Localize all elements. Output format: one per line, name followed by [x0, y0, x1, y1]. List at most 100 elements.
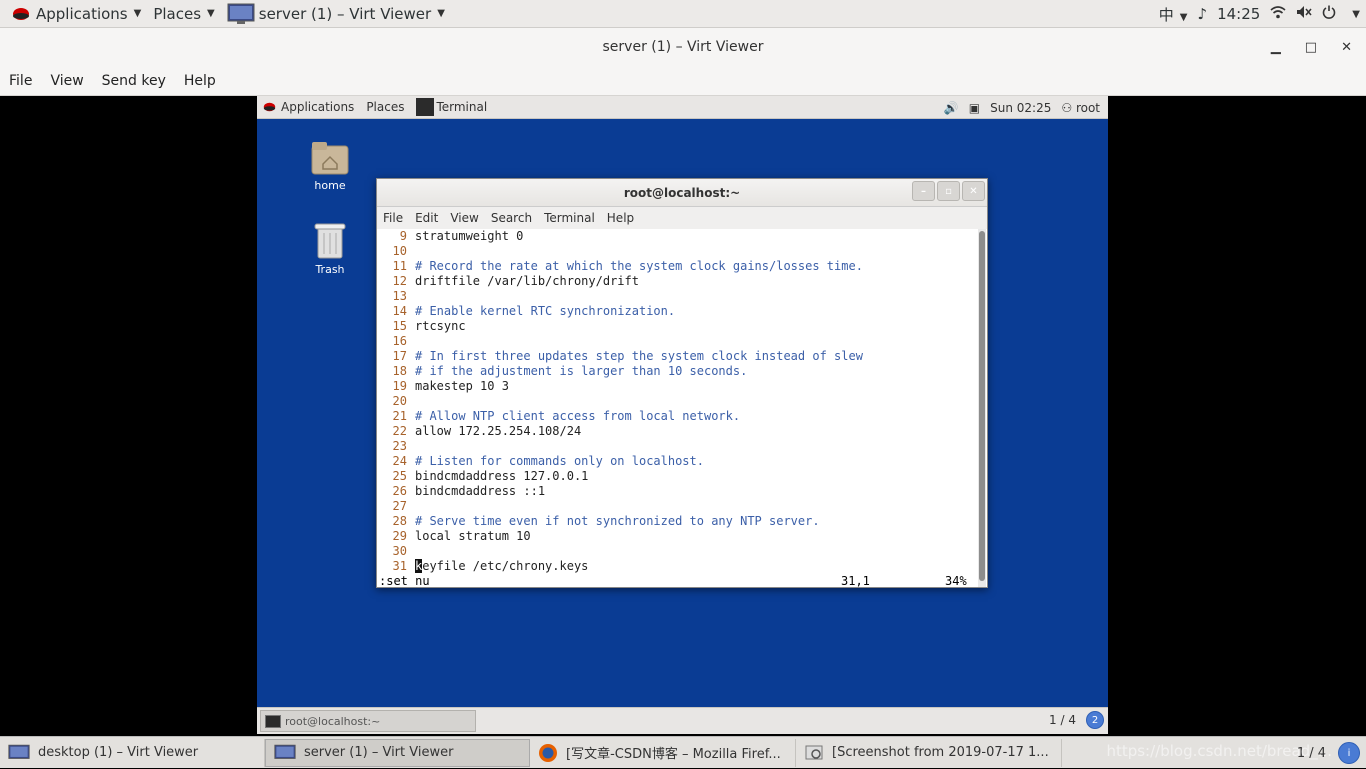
line-number: 9 — [399, 229, 407, 243]
taskbar-item-desktop-viewer[interactable]: desktop (1) – Virt Viewer — [0, 738, 265, 767]
terminal-icon — [265, 714, 281, 728]
chevron-down-icon[interactable]: ▼ — [1352, 9, 1360, 20]
guest-workspace-switcher[interactable]: 1 / 4 2 — [1049, 711, 1104, 729]
terminal-line: 23 — [386, 439, 977, 454]
terminal-line: 22 allow 172.25.254.108/24 — [386, 424, 977, 439]
terminal-line: 11 # Record the rate at which the system … — [386, 259, 977, 274]
volume-icon[interactable] — [1296, 5, 1312, 23]
redhat-logo-icon — [263, 102, 276, 112]
guest-clock[interactable]: Sun 02:25 — [990, 101, 1051, 115]
taskbar-item-server-viewer[interactable]: server (1) – Virt Viewer — [265, 738, 530, 767]
line-number: 21 — [392, 409, 407, 423]
line-number: 14 — [392, 304, 407, 318]
guest-taskbar-item-label: root@localhost:~ — [285, 714, 381, 728]
taskbar-item-label: desktop (1) – Virt Viewer — [38, 745, 199, 760]
places-menu[interactable]: Places ▼ — [147, 0, 220, 28]
guest-taskbar-item-terminal[interactable]: root@localhost:~ — [260, 710, 476, 732]
terminal-minimize-button[interactable]: – — [912, 181, 935, 201]
menu-file[interactable]: File — [0, 73, 41, 89]
terminal-menu-terminal[interactable]: Terminal — [538, 211, 601, 225]
guest-applications-label: Applications — [281, 100, 355, 114]
desktop-icon-home[interactable]: home — [295, 138, 365, 192]
menu-send-key[interactable]: Send key — [93, 73, 175, 89]
terminal-menu-help[interactable]: Help — [601, 211, 640, 225]
accessibility-icon[interactable]: ♪ — [1197, 5, 1207, 23]
desktop-icon-trash[interactable]: Trash — [295, 220, 365, 276]
comment-text: # Record the rate at which the system cl… — [415, 259, 863, 273]
terminal-menu-file[interactable]: File — [377, 211, 409, 225]
taskbar-item-firefox[interactable]: [写文章-CSDN博客 – Mozilla Firef... — [530, 738, 796, 767]
taskbar-item-label: [Screenshot from 2019-07-17 1... — [832, 745, 1049, 760]
taskbar-item-screenshot[interactable]: [Screenshot from 2019-07-17 1... — [796, 738, 1062, 767]
menu-view[interactable]: View — [41, 73, 92, 89]
power-icon[interactable] — [1322, 5, 1336, 23]
cursor-position: 31,1 — [841, 574, 870, 588]
menu-help[interactable]: Help — [175, 73, 225, 89]
terminal-maximize-button[interactable]: ▫ — [937, 181, 960, 201]
applications-menu[interactable]: Applications ▼ — [0, 0, 147, 28]
chevron-down-icon: ▼ — [1179, 11, 1188, 23]
config-text: allow 172.25.254.108/24 — [415, 424, 582, 438]
terminal-scrollbar[interactable] — [978, 229, 986, 587]
window-menu[interactable]: server (1) – Virt Viewer ▼ — [221, 0, 451, 28]
terminal-line: 20 — [386, 394, 977, 409]
volume-icon[interactable]: 🔊 — [944, 101, 959, 115]
wifi-icon[interactable] — [1270, 5, 1286, 23]
input-method-label: 中 — [1158, 5, 1174, 24]
terminal-scrollbar-thumb[interactable] — [979, 231, 985, 581]
guest-applications-menu[interactable]: Applications — [257, 100, 360, 114]
guest-terminal-label: Terminal — [436, 100, 488, 114]
terminal-content[interactable]: 9 stratumweight 0 10 11 # Record the rate at… — [377, 229, 977, 588]
viewer-titlebar[interactable]: server (1) – Virt Viewer — [0, 28, 1366, 66]
line-number: 22 — [392, 424, 407, 438]
guest-workspace-label: 1 / 4 — [1049, 713, 1076, 727]
terminal-line: 19 makestep 10 3 — [386, 379, 977, 394]
guest-places-label: Places — [366, 100, 405, 114]
terminal-line: 10 — [386, 244, 977, 259]
window-label: server (1) – Virt Viewer — [258, 4, 432, 23]
line-number: 24 — [392, 454, 407, 468]
guest-places-menu[interactable]: Places — [360, 100, 410, 114]
close-button[interactable]: ✕ — [1341, 40, 1352, 55]
terminal-line: 14 # Enable kernel RTC synchronization. — [386, 304, 977, 319]
terminal-line: 27 — [386, 499, 977, 514]
terminal-line: 21 # Allow NTP client access from local n… — [386, 409, 977, 424]
terminal-window-controls: – ▫ ✕ — [912, 181, 985, 201]
notification-badge[interactable]: 2 — [1086, 711, 1104, 729]
guest-terminal-menu[interactable]: Terminal — [410, 98, 493, 116]
guest-bottom-panel: root@localhost:~ 1 / 4 2 — [257, 707, 1108, 734]
line-number: 11 — [392, 259, 407, 273]
trash-icon — [314, 223, 346, 259]
redhat-logo-icon — [13, 7, 29, 20]
terminal-line: 17 # In first three updates step the syst… — [386, 349, 977, 364]
comment-text: # Allow NTP client access from local net… — [415, 409, 741, 423]
guest-display[interactable]: Applications Places Terminal 🔊 ▣ Sun 02:… — [257, 96, 1108, 734]
terminal-menu-search[interactable]: Search — [485, 211, 538, 225]
scroll-percent: 34% — [945, 574, 967, 588]
places-label: Places — [153, 4, 202, 23]
firefox-icon — [539, 743, 557, 762]
desktop-icon-trash-label: Trash — [315, 263, 345, 276]
image-viewer-icon — [805, 745, 823, 759]
terminal-line: 15 rtcsync — [386, 319, 977, 334]
user-menu[interactable]: ⚇ root — [1061, 101, 1100, 115]
terminal-close-button[interactable]: ✕ — [962, 181, 985, 201]
config-text: stratumweight 0 — [415, 229, 524, 243]
terminal-titlebar[interactable]: root@localhost:~ – ▫ ✕ — [377, 179, 987, 207]
config-text: rtcsync — [415, 319, 466, 333]
network-icon[interactable]: ▣ — [969, 101, 980, 115]
maximize-button[interactable]: □ — [1305, 40, 1317, 55]
chevron-down-icon: ▼ — [133, 8, 142, 19]
terminal-menu-view[interactable]: View — [444, 211, 484, 225]
terminal-menu-edit[interactable]: Edit — [409, 211, 444, 225]
host-top-panel: Applications ▼ Places ▼ server (1) – Vir… — [0, 0, 1366, 28]
input-method-indicator[interactable]: 中 ▼ — [1159, 4, 1188, 25]
config-text: local stratum 10 — [415, 529, 531, 543]
watermark: https://blog.csdn.net/bread_... — [1106, 742, 1332, 760]
chevron-down-icon: ▼ — [207, 8, 215, 19]
terminal-window[interactable]: root@localhost:~ – ▫ ✕ File Edit View Se… — [376, 178, 988, 588]
notification-icon[interactable]: i — [1338, 742, 1360, 764]
clock[interactable]: 14:25 — [1217, 5, 1260, 23]
minimize-button[interactable]: ▁ — [1271, 40, 1281, 55]
terminal-line: 12 driftfile /var/lib/chrony/drift — [386, 274, 977, 289]
